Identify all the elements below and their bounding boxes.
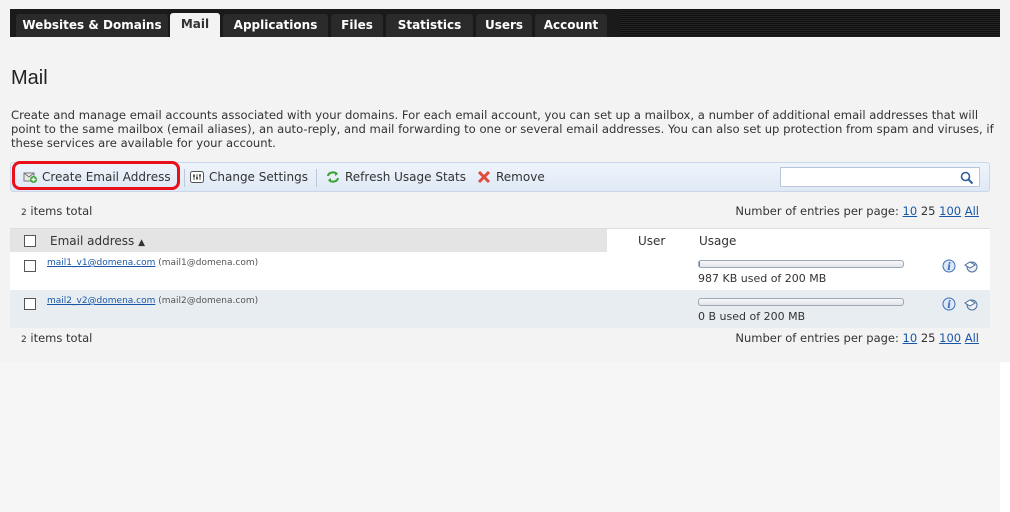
create-email-address-button[interactable]: Create Email Address — [23, 170, 171, 184]
tab-files[interactable]: Files — [331, 14, 383, 37]
tab-statistics[interactable]: Statistics — [386, 14, 473, 37]
usage-bar-fill — [699, 261, 701, 267]
per-page-all[interactable]: All — [965, 331, 979, 345]
table-row: mail1_v1@domena.com (mail1@domena.com) 9… — [10, 252, 990, 290]
email-link[interactable]: mail2_v2@domena.com — [47, 296, 155, 306]
per-page-10[interactable]: 10 — [903, 331, 918, 345]
email-cell: mail1_v1@domena.com (mail1@domena.com) — [47, 258, 258, 268]
email-cell: mail2_v2@domena.com (mail2@domena.com) — [47, 296, 258, 306]
usage-text: 0 B used of 200 MB — [698, 310, 806, 323]
email-link[interactable]: mail1_v1@domena.com — [47, 258, 155, 268]
usage-bar — [698, 298, 904, 306]
per-page-25[interactable]: 25 — [921, 331, 936, 345]
remove-icon — [477, 170, 491, 184]
search-box — [780, 167, 980, 189]
table-header: Email address ▲ User Usage — [10, 228, 990, 253]
per-page-10[interactable]: 10 — [903, 204, 918, 218]
main-nav-tabs: Websites & Domains Mail Applications Fil… — [10, 9, 1000, 41]
pagination-bottom: Number of entries per page: 10 25 100 Al… — [735, 331, 979, 345]
toolbar: Create Email Address Change Settings Ref… — [10, 161, 990, 192]
items-total-top: 2 items total — [21, 204, 93, 218]
column-email-address[interactable]: Email address ▲ — [50, 234, 145, 248]
tab-account[interactable]: Account — [535, 14, 607, 37]
per-page-25[interactable]: 25 — [921, 204, 936, 218]
items-total-bottom: 2 items total — [21, 331, 93, 345]
page-description: Create and manage email accounts associa… — [11, 108, 994, 150]
tab-mail[interactable]: Mail — [170, 13, 220, 37]
tab-websites-domains[interactable]: Websites & Domains — [16, 14, 168, 37]
svg-text:i: i — [947, 262, 951, 273]
tabbar-fill — [620, 9, 1000, 37]
scrollbar-area — [1000, 362, 1010, 512]
row-checkbox[interactable] — [24, 260, 36, 272]
refresh-icon — [326, 170, 340, 184]
column-user[interactable]: User — [638, 234, 665, 248]
change-settings-button[interactable]: Change Settings — [190, 170, 308, 184]
column-usage[interactable]: Usage — [699, 234, 736, 248]
table-row: mail2_v2@domena.com (mail2@domena.com) 0… — [10, 290, 990, 328]
webmail-icon[interactable] — [964, 258, 978, 277]
refresh-usage-stats-label: Refresh Usage Stats — [345, 170, 466, 184]
usage-bar — [698, 260, 904, 268]
search-icon[interactable] — [960, 170, 974, 189]
per-page-100[interactable]: 100 — [939, 204, 961, 218]
remove-label: Remove — [496, 170, 545, 184]
select-all-checkbox[interactable] — [24, 235, 36, 247]
usage-text: 987 KB used of 200 MB — [698, 272, 827, 285]
refresh-usage-stats-button[interactable]: Refresh Usage Stats — [326, 170, 466, 184]
toolbar-divider — [316, 169, 317, 187]
email-alias: (mail1@domena.com) — [158, 258, 259, 268]
webmail-icon[interactable] — [964, 296, 978, 315]
page-title: Mail — [11, 67, 48, 89]
tab-applications[interactable]: Applications — [223, 14, 328, 37]
remove-button[interactable]: Remove — [477, 170, 545, 184]
svg-text:i: i — [947, 300, 951, 311]
per-page-all[interactable]: All — [965, 204, 979, 218]
tab-users[interactable]: Users — [476, 14, 532, 37]
pagination-top: Number of entries per page: 10 25 100 Al… — [735, 204, 979, 218]
mail-add-icon — [23, 170, 37, 184]
change-settings-label: Change Settings — [209, 170, 308, 184]
toolbar-divider — [184, 169, 185, 187]
per-page-100[interactable]: 100 — [939, 331, 961, 345]
sort-ascending-icon: ▲ — [138, 238, 146, 248]
info-icon[interactable]: i — [942, 258, 956, 277]
create-email-address-label: Create Email Address — [42, 170, 171, 184]
info-icon[interactable]: i — [942, 296, 956, 315]
search-input[interactable] — [781, 171, 959, 189]
settings-icon — [190, 170, 204, 184]
email-alias: (mail2@domena.com) — [158, 296, 259, 306]
empty-content-area — [0, 362, 1000, 512]
row-checkbox[interactable] — [24, 298, 36, 310]
